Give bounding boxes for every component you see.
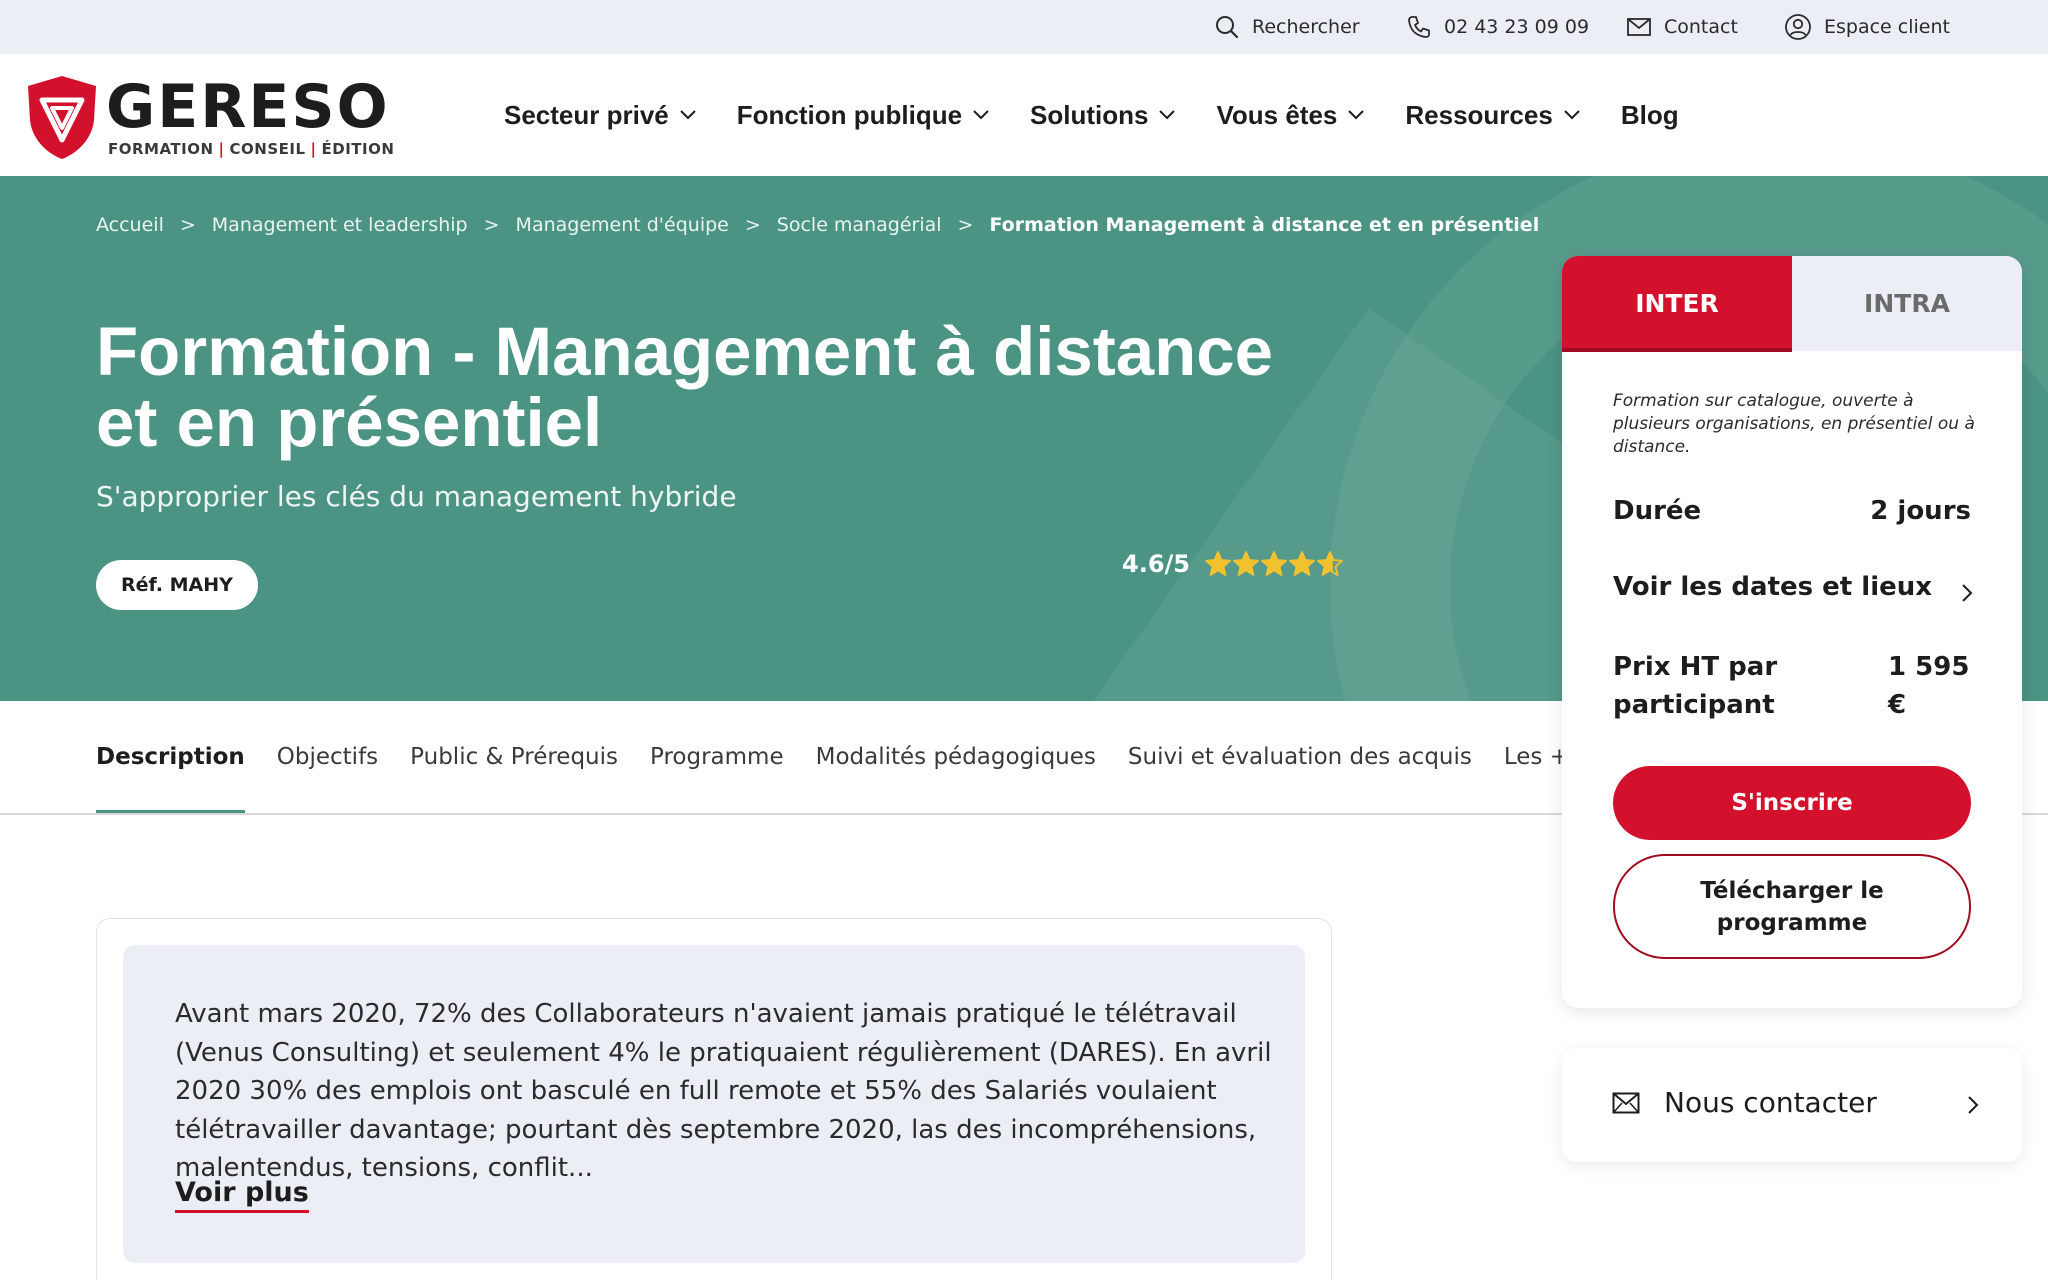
reference-badge: Réf. MAHY: [96, 560, 258, 610]
rating-stars: [1204, 550, 1344, 578]
chevron-down-icon: [1159, 110, 1176, 120]
breadcrumb-link[interactable]: Accueil: [96, 214, 164, 236]
chevron-right-icon: [1962, 584, 1973, 602]
chevron-down-icon: [973, 110, 989, 120]
tab-les-de-cette-formation[interactable]: Les + de cette formation: [1504, 701, 1562, 813]
star-icon: [1317, 551, 1343, 576]
price-amount: 1 595: [1888, 652, 1970, 682]
register-button[interactable]: S'inscrire: [1613, 766, 1971, 840]
tab-description[interactable]: Description: [96, 701, 245, 813]
mail-icon: [1627, 18, 1651, 36]
nav-item-solutions[interactable]: Solutions: [1030, 100, 1176, 131]
description-box: Avant mars 2020, 72% des Collaborateurs …: [123, 945, 1305, 1263]
page-title: Formation - Management à distance et en …: [96, 316, 1356, 458]
page-title-line-1: Formation - Management à distance: [96, 313, 1274, 390]
price-label-line-2: participant: [1613, 690, 1775, 720]
tab-modalites-pedagogiques[interactable]: Modalités pédagogiques: [816, 701, 1096, 813]
mail-icon: [1612, 1092, 1640, 1114]
active-tab-indicator: [1562, 348, 1792, 352]
nav-item-secteur-priv-[interactable]: Secteur privé: [504, 100, 697, 131]
tagline-formation: FORMATION: [108, 140, 214, 158]
star-icon: [1205, 551, 1231, 576]
search-link[interactable]: Rechercher: [1214, 0, 1360, 54]
page-subtitle: S'approprier les clés du management hybr…: [96, 480, 737, 513]
price-value: 1 595 €: [1888, 648, 1969, 724]
session-info: Formation sur catalogue, ouverte à plusi…: [1613, 391, 1975, 457]
nav-item-vous-tes[interactable]: Vous êtes: [1216, 100, 1365, 131]
tab-programme[interactable]: Programme: [650, 701, 784, 813]
tab-intra[interactable]: INTRA: [1792, 256, 2022, 351]
breadcrumb-separator: >: [483, 214, 500, 236]
contact-label: Contact: [1664, 16, 1738, 38]
breadcrumb-separator: >: [957, 214, 974, 236]
nav-item-label: Blog: [1620, 99, 1679, 130]
price-label-line-1: Prix HT par: [1613, 652, 1778, 682]
search-label: Rechercher: [1252, 16, 1360, 38]
nav-item-ressources[interactable]: Ressources: [1405, 100, 1580, 131]
top-utility-bar: Rechercher 02 43 23 09 09 Contact Espace…: [0, 0, 2048, 54]
tab-public-prerequis[interactable]: Public & Prérequis: [410, 701, 618, 813]
star-icon: [1261, 551, 1287, 576]
breadcrumb-link[interactable]: Socle managérial: [777, 214, 942, 236]
main-header: GERESO FORMATION | CONSEIL | ÉDITION Secteur…: [0, 54, 2048, 176]
breadcrumb-link[interactable]: Management d'équipe: [516, 214, 729, 236]
rating: 4.6/5: [1122, 550, 1344, 578]
shield-logo-icon: [28, 76, 96, 159]
nav-item-blog[interactable]: Blog: [1621, 100, 1679, 131]
star-icon: [1289, 551, 1315, 576]
nav-item-label: Fonction publique: [736, 99, 963, 130]
dates-link[interactable]: Voir les dates et lieux: [1613, 572, 1932, 602]
logo-wordmark: GERESO: [106, 72, 390, 142]
star-icon: [1233, 551, 1259, 576]
user-circle-icon: [1785, 14, 1811, 40]
rating-value: 4.6/5: [1122, 550, 1190, 578]
tab-inter[interactable]: INTER: [1562, 256, 1792, 351]
price-label: Prix HT par participant: [1613, 648, 1777, 724]
see-more-link[interactable]: Voir plus: [175, 1177, 309, 1213]
phone-link[interactable]: 02 43 23 09 09: [1406, 0, 1589, 54]
breadcrumb-separator: >: [744, 214, 761, 236]
duration-label: Durée: [1613, 496, 1702, 526]
tab-objectifs[interactable]: Objectifs: [277, 701, 378, 813]
chevron-right-icon: [1968, 1096, 1979, 1114]
description-text: Avant mars 2020, 72% des Collaborateurs …: [175, 999, 1272, 1183]
chevron-down-icon: [1348, 110, 1365, 120]
main-nav: Secteur privé Fonction publique Solutions V…: [504, 54, 1719, 176]
search-icon: [1216, 16, 1239, 39]
breadcrumb-link[interactable]: Management et leadership: [212, 214, 468, 236]
nav-item-label: Solutions: [1030, 99, 1149, 130]
client-space-label: Espace client: [1824, 16, 1950, 38]
nav-item-label: Secteur privé: [504, 99, 669, 130]
breadcrumb-current: Formation Management à distance et en pr…: [989, 214, 1540, 236]
nav-item-label: Ressources: [1405, 99, 1553, 130]
page-title-line-2: et en présentiel: [96, 384, 603, 461]
breadcrumb: Accueil > Management et leadership > Managem…: [96, 214, 1539, 236]
nav-item-label: Vous êtes: [1216, 99, 1338, 130]
contact-link[interactable]: Contact: [1626, 0, 1738, 54]
download-program-button[interactable]: Télécharger le programme: [1613, 854, 1971, 959]
chevron-down-icon: [1564, 110, 1580, 120]
contact-card[interactable]: Nous contacter: [1562, 1048, 2022, 1162]
description-card: Avant mars 2020, 72% des Collaborateurs …: [96, 918, 1332, 1280]
chevron-down-icon: [680, 110, 696, 120]
tab-suivi-et-evaluation-des-acquis[interactable]: Suivi et évaluation des acquis: [1128, 701, 1472, 813]
contact-card-label: Nous contacter: [1664, 1086, 1877, 1119]
session-type-tabs: INTER INTRA: [1562, 256, 2022, 351]
logo-tagline: FORMATION | CONSEIL | ÉDITION: [108, 140, 395, 158]
dates-label: Voir les dates et lieux: [1613, 572, 1933, 602]
price-currency: €: [1888, 690, 1907, 720]
gereso-logo[interactable]: GERESO FORMATION | CONSEIL | ÉDITION: [24, 72, 394, 162]
booking-panel: INTER INTRA Formation sur catalogue, ouv…: [1562, 256, 2022, 1008]
duration-value: 2 jours: [1870, 496, 1971, 526]
tagline-edition: ÉDITION: [321, 140, 395, 158]
tagline-conseil: CONSEIL: [229, 140, 306, 158]
nav-item-fonction-publique[interactable]: Fonction publique: [737, 100, 990, 131]
phone-label: 02 43 23 09 09: [1444, 16, 1590, 38]
breadcrumb-separator: >: [179, 214, 196, 236]
client-space-link[interactable]: Espace client: [1784, 0, 1950, 54]
phone-icon: [1408, 16, 1430, 38]
